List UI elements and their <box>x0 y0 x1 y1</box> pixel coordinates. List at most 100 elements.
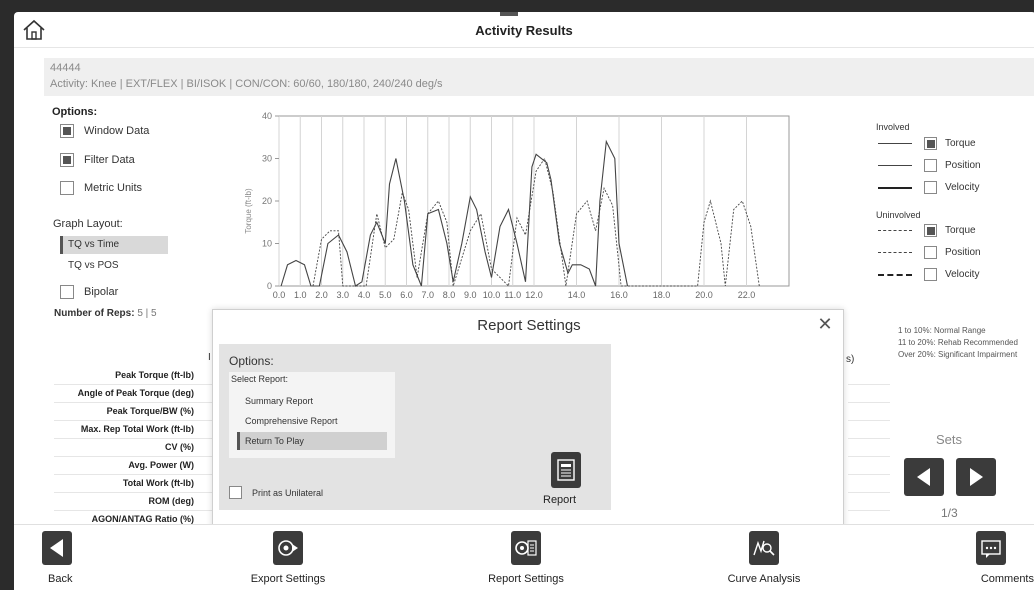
metric-units-option[interactable]: Metric Units <box>60 181 142 195</box>
graph-layout-tq-vs-time[interactable]: TQ vs Time <box>60 236 168 254</box>
legend-dashed-line <box>878 273 912 276</box>
x-tick-label: 14.0 <box>568 290 586 300</box>
metric-divider <box>54 510 214 511</box>
report-document-icon <box>557 459 575 481</box>
involved-torque-checkbox[interactable] <box>924 137 937 150</box>
x-tick-label: 22.0 <box>738 290 756 300</box>
metric-avg-power: Avg. Power (W) <box>128 460 194 470</box>
comments-button[interactable] <box>976 531 1006 565</box>
close-icon[interactable]: ✕ <box>815 314 835 334</box>
bipolar-checkbox[interactable] <box>60 285 74 299</box>
bottom-toolbar: Back Export Settings Report Settings Cur… <box>14 524 1034 590</box>
legend-solid-line <box>878 186 912 189</box>
legend-involved-torque[interactable]: Torque <box>878 137 976 150</box>
back-label[interactable]: Back <box>48 573 72 585</box>
x-tick-label: 9.0 <box>464 290 477 300</box>
header-bar: Activity Results <box>14 12 1034 48</box>
window-data-label: Window Data <box>84 125 150 137</box>
uninvolved-torque-checkbox[interactable] <box>924 224 937 237</box>
legend-dashed-line <box>878 252 912 253</box>
dialog-options-panel: Options: Select Report: Summary Report C… <box>219 344 611 510</box>
table-divider <box>848 456 890 457</box>
y-axis-label: Torque (ft-lb) <box>244 188 253 234</box>
report-option-return-to-play[interactable]: Return To Play <box>237 432 387 450</box>
metric-rom: ROM (deg) <box>148 496 195 506</box>
dialog-title: Report Settings <box>477 317 581 334</box>
window-data-option[interactable]: Window Data <box>60 124 149 138</box>
filter-data-option[interactable]: Filter Data <box>60 153 135 167</box>
chevron-right-icon <box>970 468 983 486</box>
curve-analysis-label[interactable]: Curve Analysis <box>714 573 814 585</box>
y-tick-label: 0 <box>267 281 272 291</box>
y-tick-label: 30 <box>262 154 272 164</box>
involved-torque-line <box>280 139 629 287</box>
graph-layout-tq-vs-pos[interactable]: TQ vs POS <box>60 257 168 275</box>
legend-uninvolved-label: Uninvolved <box>876 210 921 220</box>
metric-agon-antag-ratio: AGON/ANTAG Ratio (%) <box>91 514 194 524</box>
legend-uninvolved-position[interactable]: Position <box>878 246 981 259</box>
report-settings-button[interactable] <box>511 531 541 565</box>
app-window: Activity Results 44444 Activity: Knee | … <box>14 12 1034 590</box>
table-divider <box>848 438 890 439</box>
table-divider <box>848 420 890 421</box>
select-report-label: Select Report: <box>231 374 289 384</box>
uninvolved-velocity-label: Velocity <box>945 269 980 280</box>
export-settings-button[interactable] <box>273 531 303 565</box>
back-button[interactable] <box>42 531 72 565</box>
report-option-summary[interactable]: Summary Report <box>237 392 387 410</box>
uninvolved-position-checkbox[interactable] <box>924 246 937 259</box>
bipolar-option[interactable]: Bipolar <box>60 285 118 299</box>
activity-banner: 44444 Activity: Knee | EXT/FLEX | BI/ISO… <box>44 58 1034 96</box>
table-divider <box>848 492 890 493</box>
export-gear-icon <box>278 540 298 556</box>
x-tick-label: 16.0 <box>610 290 628 300</box>
table-divider <box>848 510 890 511</box>
reps-value: 5 | 5 <box>137 308 157 319</box>
metric-max-rep-total-work: Max. Rep Total Work (ft-lb) <box>80 424 194 434</box>
legend-involved-position[interactable]: Position <box>878 159 981 172</box>
uninvolved-velocity-checkbox[interactable] <box>924 268 937 281</box>
generate-report-button[interactable] <box>551 452 581 488</box>
metric-cv: CV (%) <box>165 442 194 452</box>
table-header-fragment: I <box>208 352 211 363</box>
report-settings-label[interactable]: Report Settings <box>476 573 576 585</box>
legend-uninvolved-velocity[interactable]: Velocity <box>878 268 979 281</box>
metric-divider <box>54 384 214 385</box>
metric-units-checkbox[interactable] <box>60 181 74 195</box>
metric-peak-torque-bw: Peak Torque/BW (%) <box>106 406 194 416</box>
report-option-comprehensive[interactable]: Comprehensive Report <box>237 412 387 430</box>
page-title: Activity Results <box>475 23 573 38</box>
legend-uninvolved-torque[interactable]: Torque <box>878 224 976 237</box>
report-gear-icon <box>515 540 537 556</box>
x-tick-label: 7.0 <box>421 290 434 300</box>
metric-angle-peak-torque: Angle of Peak Torque (deg) <box>77 388 194 398</box>
x-tick-label: 12.0 <box>525 290 543 300</box>
metric-divider <box>54 438 214 439</box>
metric-divider <box>54 420 214 421</box>
comments-label[interactable]: Comments <box>944 573 1034 585</box>
print-unilateral-option[interactable]: Print as Unilateral <box>229 486 323 499</box>
x-tick-label: 1.0 <box>294 290 307 300</box>
print-unilateral-checkbox[interactable] <box>229 486 242 499</box>
x-tick-label: 0.0 <box>273 290 286 300</box>
involved-velocity-checkbox[interactable] <box>924 181 937 194</box>
export-settings-label[interactable]: Export Settings <box>238 573 338 585</box>
x-tick-label: 8.0 <box>443 290 456 300</box>
print-unilateral-label: Print as Unilateral <box>252 487 324 498</box>
y-tick-label: 10 <box>262 239 272 249</box>
number-of-reps: Number of Reps: 5 | 5 <box>54 308 157 319</box>
next-set-button[interactable] <box>956 458 996 496</box>
sets-label: Sets <box>936 432 963 447</box>
window-data-checkbox[interactable] <box>60 124 74 138</box>
curve-analysis-button[interactable] <box>749 531 779 565</box>
legend-involved-label: Involved <box>876 122 910 132</box>
x-tick-label: 5.0 <box>379 290 392 300</box>
report-button-label: Report <box>543 494 577 506</box>
graph-layout-label: Graph Layout: <box>53 218 123 230</box>
comments-icon <box>981 540 1001 558</box>
y-tick-label: 20 <box>262 196 272 206</box>
filter-data-checkbox[interactable] <box>60 153 74 167</box>
previous-set-button[interactable] <box>904 458 944 496</box>
involved-position-checkbox[interactable] <box>924 159 937 172</box>
legend-involved-velocity[interactable]: Velocity <box>878 181 979 194</box>
